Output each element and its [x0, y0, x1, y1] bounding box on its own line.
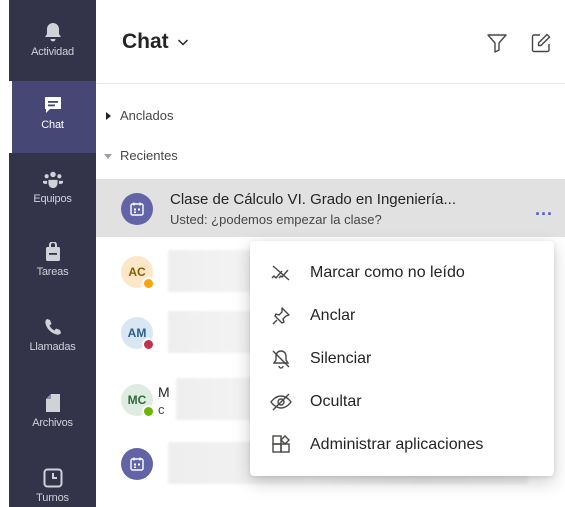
clock-icon: [43, 468, 63, 488]
file-icon: [43, 393, 63, 413]
section-label: Anclados: [120, 108, 174, 123]
chat-preview: Usted: ¿podemos empezar la clase?: [170, 212, 382, 227]
avatar: MC: [121, 384, 155, 418]
chat-title: M: [158, 384, 170, 400]
chat-icon: [43, 95, 63, 115]
menu-item-label: Silenciar: [310, 349, 372, 367]
rail-item-label: Archivos: [32, 417, 73, 429]
chat-header: Chat: [96, 0, 565, 84]
avatar-initials: MC: [127, 393, 147, 407]
avatar: AM: [121, 317, 155, 351]
section-label: Recientes: [120, 148, 178, 163]
busy-status-icon: [142, 338, 155, 351]
section-recent[interactable]: Recientes: [104, 148, 178, 163]
app-bar: Actividad Chat Equipos Tareas Llamadas A…: [9, 0, 96, 507]
teams-icon: [42, 169, 63, 189]
rail-item-activity[interactable]: Actividad: [9, 8, 96, 80]
menu-item-label: Ocultar: [310, 392, 362, 410]
avatar: [121, 193, 153, 225]
bell-icon: [43, 22, 63, 42]
menu-item-label: Marcar como no leído: [310, 263, 465, 281]
rail-item-files[interactable]: Archivos: [9, 379, 96, 451]
chat-preview: c: [158, 402, 165, 417]
rail-item-label: Equipos: [33, 193, 72, 205]
calendar-icon: [130, 202, 144, 216]
section-pinned[interactable]: Anclados: [104, 108, 173, 123]
chat-title-dropdown[interactable]: Chat: [122, 30, 189, 54]
calendar-icon: [130, 457, 144, 471]
menu-item-label: Anclar: [310, 306, 356, 324]
menu-item-mute[interactable]: Silenciar: [250, 337, 554, 380]
pin-icon: [270, 305, 292, 327]
rail-item-chat[interactable]: Chat: [9, 81, 96, 153]
filter-icon[interactable]: [486, 32, 508, 54]
teams-app: Actividad Chat Equipos Tareas Llamadas A…: [0, 0, 565, 507]
page-title: Chat: [122, 30, 169, 53]
caret-right-icon: [106, 111, 111, 120]
chevron-down-icon: [177, 39, 188, 46]
chat-title: Clase de Cálculo VI. Grado en Ingeniería…: [170, 191, 456, 208]
mark-unread-icon: [270, 262, 292, 284]
rail-item-teams[interactable]: Equipos: [9, 155, 96, 227]
chat-context-menu: Marcar como no leído Anclar Silenciar Oc…: [250, 241, 554, 476]
bag-icon: [43, 242, 63, 262]
hide-icon: [270, 391, 292, 413]
chat-list-item[interactable]: Clase de Cálculo VI. Grado en Ingeniería…: [96, 179, 565, 237]
menu-item-pin[interactable]: Anclar: [250, 294, 554, 337]
rail-item-shifts[interactable]: Turnos: [9, 454, 96, 507]
avatar: [121, 448, 153, 480]
rail-item-label: Tareas: [36, 266, 69, 278]
rail-item-label: Llamadas: [29, 341, 76, 353]
caret-down-icon: [104, 153, 112, 159]
phone-icon: [43, 317, 63, 337]
menu-item-mark-unread[interactable]: Marcar como no leído: [250, 251, 554, 294]
rail-item-label: Turnos: [36, 492, 69, 504]
menu-item-hide[interactable]: Ocultar: [250, 380, 554, 423]
away-status-icon: [142, 277, 155, 290]
manage-apps-icon: [270, 434, 292, 456]
rail-item-tasks[interactable]: Tareas: [9, 228, 96, 300]
rail-item-calls[interactable]: Llamadas: [9, 303, 96, 375]
rail-item-label: Chat: [41, 119, 64, 131]
avatar-initials: AM: [127, 326, 147, 340]
avatar-initials: AC: [128, 265, 146, 279]
menu-item-label: Administrar aplicaciones: [310, 435, 484, 453]
rail-item-label: Actividad: [31, 46, 74, 58]
more-options-button[interactable]: ...: [535, 199, 553, 220]
available-status-icon: [142, 405, 155, 418]
new-chat-icon[interactable]: [530, 32, 552, 54]
mute-icon: [270, 348, 292, 370]
menu-item-manage-apps[interactable]: Administrar aplicaciones: [250, 423, 554, 466]
avatar: AC: [121, 256, 155, 290]
